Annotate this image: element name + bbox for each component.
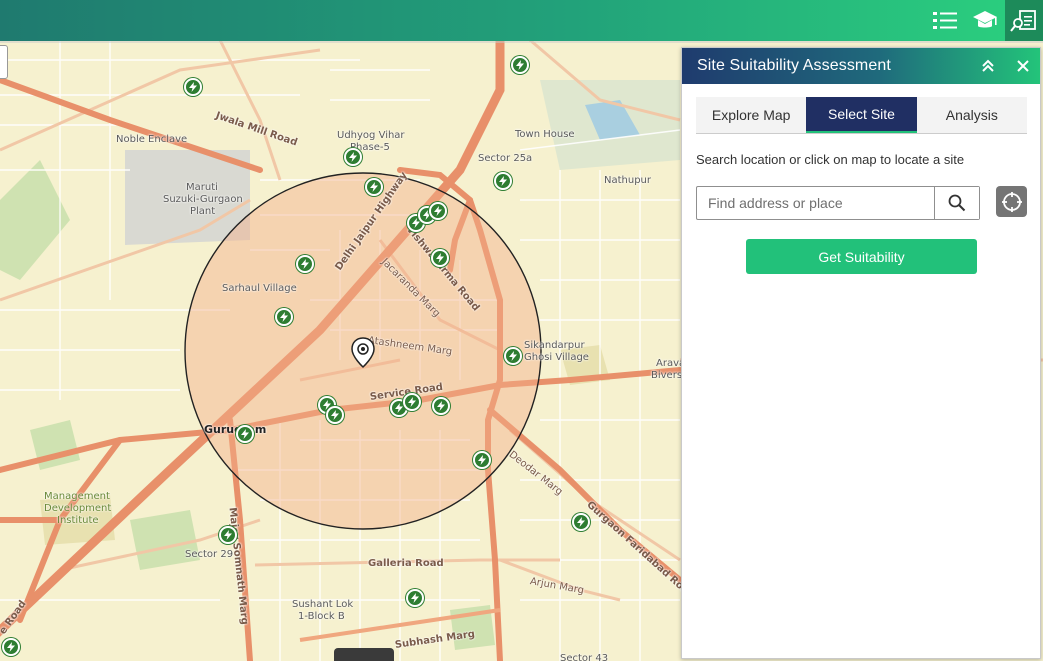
charging-station-marker[interactable] bbox=[473, 451, 491, 469]
lightning-icon bbox=[434, 206, 442, 216]
lightning-icon bbox=[224, 530, 232, 540]
lightning-icon bbox=[509, 351, 517, 361]
chevron-double-up-icon bbox=[982, 59, 994, 72]
map-label-maruti-2: Suzuki-Gurgaon bbox=[163, 194, 243, 205]
tab-analysis[interactable]: Analysis bbox=[916, 97, 1027, 133]
map-label-mdi-1: Management bbox=[44, 491, 110, 502]
charging-station-marker[interactable] bbox=[429, 202, 447, 220]
map-label-sushant-lok: Sushant Lok bbox=[292, 599, 354, 610]
charging-station-marker[interactable] bbox=[406, 589, 424, 607]
layer-list-button[interactable] bbox=[926, 0, 964, 41]
map-label-sikandarpur: Sikandarpur bbox=[524, 340, 585, 351]
location-pin-icon[interactable] bbox=[350, 337, 376, 369]
lightning-icon bbox=[478, 455, 486, 465]
lightning-icon bbox=[516, 60, 524, 70]
map-label-sushant-block: 1-Block B bbox=[298, 611, 345, 622]
charging-station-marker[interactable] bbox=[219, 526, 237, 544]
charging-station-marker[interactable] bbox=[511, 56, 529, 74]
list-icon bbox=[933, 11, 957, 29]
charging-station-marker[interactable] bbox=[275, 308, 293, 326]
get-suitability-button[interactable]: Get Suitability bbox=[746, 239, 977, 274]
map-label-maruti: Maruti bbox=[186, 182, 218, 193]
map-label-mdi-3: Institute bbox=[57, 515, 99, 526]
map-label-sector-43: Sector 43 bbox=[560, 653, 609, 661]
my-location-button[interactable] bbox=[996, 186, 1027, 217]
map-label-arava-2: Bivers bbox=[651, 370, 683, 381]
road-label-galleria: Galleria Road bbox=[368, 558, 444, 569]
charging-station-marker[interactable] bbox=[296, 255, 314, 273]
crosshair-icon bbox=[1001, 191, 1022, 212]
map-label-sarhaul: Sarhaul Village bbox=[222, 283, 297, 294]
charging-station-marker[interactable] bbox=[572, 513, 590, 531]
charging-station-marker[interactable] bbox=[344, 148, 362, 166]
lightning-icon bbox=[436, 253, 444, 263]
lightning-icon bbox=[349, 152, 357, 162]
map-label-town-house: Town House bbox=[515, 129, 575, 140]
map-label-ghosi-village: Ghosi Village bbox=[524, 352, 589, 363]
map-label-udhyog-vihar: Udhyog Vihar bbox=[337, 130, 405, 141]
charging-station-marker[interactable] bbox=[504, 347, 522, 365]
map-label-nathupur: Nathupur bbox=[604, 175, 652, 186]
lightning-icon bbox=[499, 176, 507, 186]
charging-station-marker[interactable] bbox=[2, 638, 20, 656]
lightning-icon bbox=[370, 182, 378, 192]
lightning-icon bbox=[280, 312, 288, 322]
site-report-icon bbox=[1010, 9, 1036, 32]
lightning-icon bbox=[411, 593, 419, 603]
charging-station-marker[interactable] bbox=[365, 178, 383, 196]
site-report-button[interactable] bbox=[1005, 0, 1043, 41]
lightning-icon bbox=[7, 642, 15, 652]
search-input[interactable] bbox=[697, 187, 934, 219]
search-button[interactable] bbox=[934, 187, 979, 219]
charging-station-marker[interactable] bbox=[432, 397, 450, 415]
lightning-icon bbox=[577, 517, 585, 527]
bottom-drawer-handle[interactable] bbox=[334, 648, 394, 661]
zoom-control[interactable] bbox=[0, 45, 8, 79]
map-label-sector-29: Sector 29 bbox=[185, 549, 234, 560]
panel-tabs: Explore Map Select Site Analysis bbox=[696, 97, 1027, 134]
map-label-mdi-2: Development bbox=[44, 503, 112, 514]
search-box bbox=[696, 186, 980, 220]
site-suitability-panel: Site Suitability Assessment Explore Map … bbox=[681, 47, 1041, 659]
lightning-icon bbox=[331, 410, 339, 420]
graduation-cap-icon bbox=[973, 10, 997, 27]
map-label-maruti-3: Plant bbox=[190, 206, 216, 217]
close-panel-button[interactable] bbox=[1013, 56, 1033, 76]
panel-title: Site Suitability Assessment bbox=[697, 57, 891, 74]
tab-explore-map[interactable]: Explore Map bbox=[696, 97, 807, 133]
charging-station-marker[interactable] bbox=[184, 78, 202, 96]
lightning-icon bbox=[301, 259, 309, 269]
map-label-sector-25a: Sector 25a bbox=[478, 153, 533, 164]
learn-button[interactable] bbox=[966, 0, 1004, 41]
charging-station-marker[interactable] bbox=[236, 425, 254, 443]
collapse-panel-button[interactable] bbox=[978, 56, 998, 76]
lightning-icon bbox=[241, 429, 249, 439]
lightning-icon bbox=[437, 401, 445, 411]
tab-select-site[interactable]: Select Site bbox=[806, 97, 917, 133]
map-label-noble-enclave: Noble Enclave bbox=[116, 134, 188, 145]
select-site-hint: Search location or click on map to locat… bbox=[696, 152, 965, 167]
lightning-icon bbox=[408, 397, 416, 407]
close-icon bbox=[1017, 60, 1029, 72]
search-icon bbox=[948, 194, 966, 212]
charging-station-marker[interactable] bbox=[403, 393, 421, 411]
charging-station-marker[interactable] bbox=[494, 172, 512, 190]
lightning-icon bbox=[189, 82, 197, 92]
charging-station-marker[interactable] bbox=[326, 406, 344, 424]
top-toolbar bbox=[0, 0, 1043, 41]
charging-station-marker[interactable] bbox=[431, 249, 449, 267]
